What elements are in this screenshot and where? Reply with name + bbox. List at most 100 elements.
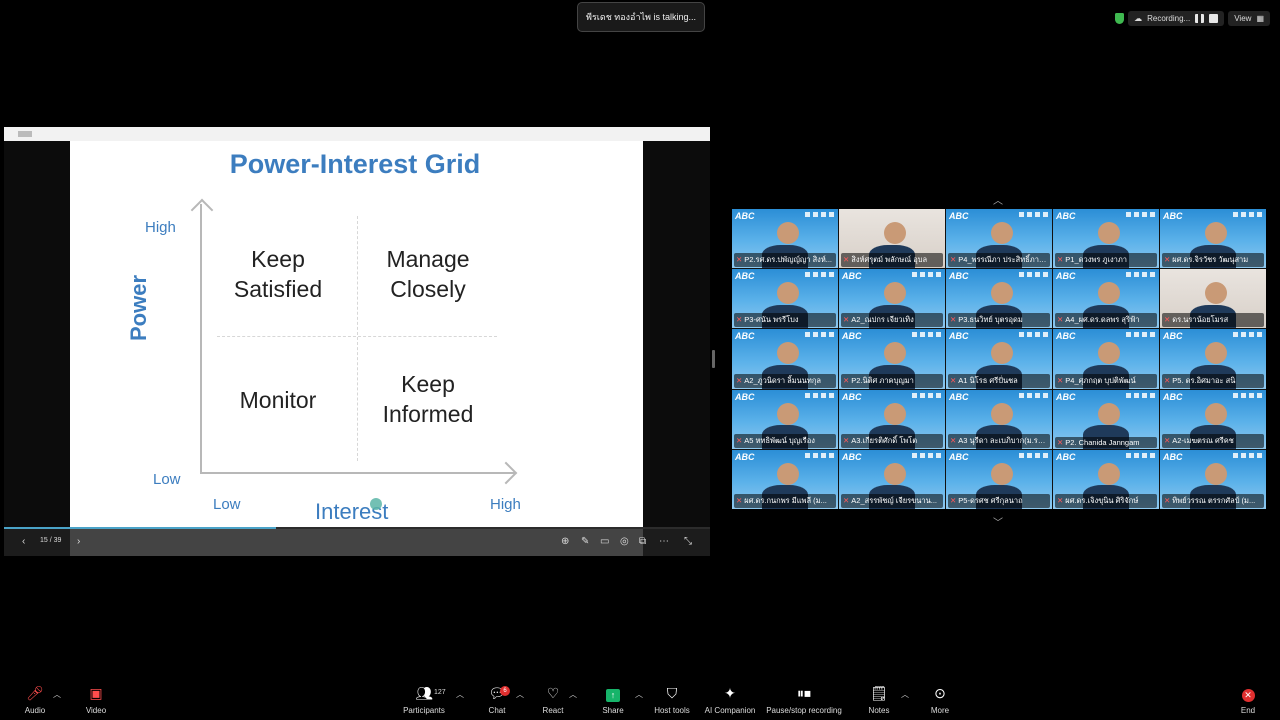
participant-name: A3.เกียรติศักดิ์ โพโต (851, 435, 918, 445)
sponsor-logos (1233, 212, 1263, 217)
muted-mic-icon: ✕ (950, 255, 957, 265)
participant-tile[interactable]: ABC ✕ P5-ดรศช ศรีกุลนาถ (946, 449, 1052, 509)
event-logo: ABC (842, 331, 862, 342)
muted-mic-icon: ✕ (1057, 255, 1064, 265)
video-off-icon: ▣ (89, 685, 103, 701)
ai-companion-button[interactable]: ✦ AI Companion (695, 683, 765, 715)
encryption-shield-icon[interactable] (1115, 12, 1125, 24)
event-logo: ABC (1056, 451, 1076, 462)
participant-face (1204, 462, 1227, 485)
next-slide-icon[interactable]: › (77, 536, 80, 547)
window-icon[interactable]: ⧉ (639, 536, 646, 547)
broadcast-icon[interactable]: ◎ (620, 536, 629, 547)
participant-tile[interactable]: ABC ✕ P3.ธนวิทย์ บุตรอุดม (946, 269, 1052, 329)
muted-mic-icon: ✕ (1057, 496, 1064, 505)
participant-tile[interactable]: ABC ✕ A2-เมฆตรณ ศรีคช (1160, 389, 1266, 449)
participant-name-label: ✕ A3.เกียรติศักดิ์ โพโต (841, 433, 943, 448)
participant-tile[interactable]: ABC ✕ P3-ศนัน พรรีโบง (732, 269, 838, 329)
muted-mic-icon: ✕ (1057, 315, 1064, 325)
gallery-next-page-icon[interactable]: ﹀ (993, 514, 1003, 529)
participant-tile[interactable]: ABC ✕ P1_ดวงพร ภูเงาภา (1053, 209, 1159, 269)
sponsor-logos (805, 452, 835, 458)
participant-face (883, 222, 906, 245)
participant-tile[interactable]: ABC ✕ A1 นิโรธ ศรีปั่นชล (946, 329, 1052, 389)
cloud-icon: ☁ (1134, 13, 1143, 23)
muted-mic-icon: ✕ (843, 315, 850, 325)
quadrant-text: Keep (401, 371, 455, 397)
react-options-chevron-icon[interactable]: ︿ (569, 689, 577, 700)
sponsor-logos (1019, 332, 1049, 338)
event-logo: ABC (1163, 211, 1183, 221)
participant-tile[interactable]: ✕ สิงห์ศรุตม์ พลักษณ์ อุบล (839, 209, 945, 269)
exit-fullscreen-icon[interactable]: ⤡ (684, 536, 692, 547)
participant-face (1097, 282, 1120, 305)
previous-slide-icon[interactable]: ‹ (22, 536, 25, 547)
participant-tile[interactable]: ABC ✕ A2_สรรพัชญ์ เจียรขนาน... (839, 449, 945, 509)
audio-options-chevron-icon[interactable]: ︿ (53, 689, 61, 700)
participant-name: P4_พรรณีภา ประสิทธิ์ภากร... (958, 255, 1050, 265)
x-axis-arrow-icon (494, 461, 518, 485)
participant-name: A2_ภูวนิดรา ลิ้มนนทกุล (744, 375, 821, 385)
gallery-previous-page-icon[interactable]: ︿ (993, 192, 1003, 207)
zoom-icon[interactable]: ⊕ (561, 536, 569, 547)
y-axis-high-label: High (145, 219, 176, 236)
stop-recording-icon[interactable] (1209, 13, 1219, 23)
quadrant-text: Keep (251, 246, 305, 272)
pause-recording-icon[interactable] (1195, 13, 1205, 23)
participant-tile[interactable]: ABC ✕ ผศ.ดร.กนกพร มีแพลี (ม... (732, 449, 838, 509)
event-logo: ABC (949, 211, 969, 221)
muted-mic-icon: ✕ (1164, 496, 1171, 505)
video-button[interactable]: ▣ Video (61, 683, 131, 715)
participant-tile[interactable]: ABC ✕ P2. Chanida Janngam (1053, 389, 1159, 449)
participant-name: P5-ดรศช ศรีกุลนาถ (958, 496, 1023, 505)
participant-tile[interactable]: ABC ✕ ผศ.ดร.เจิงขุนิน ศิริจักษ์ (1053, 449, 1159, 509)
participant-tile[interactable]: ABC ✕ ผศ.ดร.จิรวัชร วัฒนุสาม (1160, 209, 1266, 269)
pen-icon[interactable]: ✎ (581, 536, 589, 547)
view-button[interactable]: View ▦ (1228, 10, 1270, 26)
sponsor-logos (1126, 392, 1156, 398)
participant-name-label: ✕ P5. ดร.อิศมาอะ สนิ (1162, 373, 1264, 388)
participant-tile[interactable]: ABC ✕ A4_ผศ.ดร.ดลพร สุริฟ้า (1053, 269, 1159, 329)
muted-mic-icon: ✕ (736, 375, 743, 385)
recording-indicator[interactable]: ☁ Recording... (1128, 10, 1225, 26)
participant-tile[interactable]: ABC ✕ P4_พรรณีภา ประสิทธิ์ภากร... (946, 209, 1052, 269)
participant-tile[interactable]: ABC ✕ ทิพย์วรรณ ตรรกศัลป์ (ม... (1160, 449, 1266, 509)
participant-tile[interactable]: ABC ✕ A3 นุรีดา ละเบภิบาก(ม.รา... (946, 389, 1052, 449)
end-meeting-button[interactable]: ✕ End (1213, 683, 1280, 715)
participant-tile[interactable]: ABC ✕ A2_ภูวนิดรา ลิ้มนนทกุล (732, 329, 838, 389)
muted-mic-icon: ✕ (843, 496, 850, 505)
participant-name: P3.ธนวิทย์ บุตรอุดม (958, 315, 1023, 325)
sponsor-logos (1126, 452, 1156, 458)
participant-name: ผศ.ดร.จิรวัชร วัฒนุสาม (1172, 255, 1249, 265)
participant-tile[interactable]: ABC ✕ P2.รศ.ดร.ปพัญญ์ญา สิงห์... (732, 209, 838, 269)
participant-tile[interactable]: ABC ✕ P5. ดร.อิศมาอะ สนิ (1160, 329, 1266, 389)
panel-splitter-handle[interactable] (712, 350, 715, 368)
participant-tile[interactable]: ABC ✕ P4_ศุภกฤต บุปติพัฒน์ (1053, 329, 1159, 389)
more-options-icon[interactable]: ⋯ (659, 536, 669, 547)
participant-tile[interactable]: ABC ✕ P2.นิติศ ภาคบุญมา (839, 329, 945, 389)
participant-name: P3-ศนัน พรรีโบง (744, 315, 799, 325)
participants-button[interactable]: 👥︎ Participants (389, 683, 459, 715)
ai-companion-label: AI Companion (704, 706, 756, 715)
participants-label: Participants (403, 706, 445, 715)
participant-tile[interactable]: ABC ✕ A3.เกียรติศักดิ์ โพโต (839, 389, 945, 449)
more-button[interactable]: ⊙ More (905, 683, 975, 715)
participant-name-label: ✕ P3.ธนวิทย์ บุตรอุดม (948, 313, 1050, 328)
participant-tile[interactable]: ABC ✕ A5 หทธิพัฒน์ บุญเรือง (732, 389, 838, 449)
participant-tile[interactable]: ✕ ดร.นราน้อยโมรส (1160, 269, 1266, 329)
event-logo: ABC (1056, 271, 1076, 282)
participant-face (1204, 222, 1227, 245)
sponsor-logos (1019, 392, 1049, 398)
record-label: Pause/stop recording (766, 706, 842, 715)
participant-tile[interactable]: ABC ✕ A2_ณปกร เจียวเทิง (839, 269, 945, 329)
subtitles-icon[interactable]: ▭ (600, 536, 609, 547)
participant-name: P2.รศ.ดร.ปพัญญ์ญา สิงห์... (744, 255, 833, 265)
sponsor-logos (1019, 452, 1049, 458)
event-logo: ABC (949, 271, 969, 282)
pause-stop-recording-button[interactable]: ⏸︎⏹︎ Pause/stop recording (764, 683, 844, 715)
participant-name: P1_ดวงพร ภูเงาภา (1065, 255, 1127, 265)
sponsor-logos (1126, 332, 1156, 338)
participant-face (990, 462, 1013, 485)
muted-mic-icon: ✕ (1164, 255, 1171, 265)
participant-face (1204, 282, 1227, 305)
